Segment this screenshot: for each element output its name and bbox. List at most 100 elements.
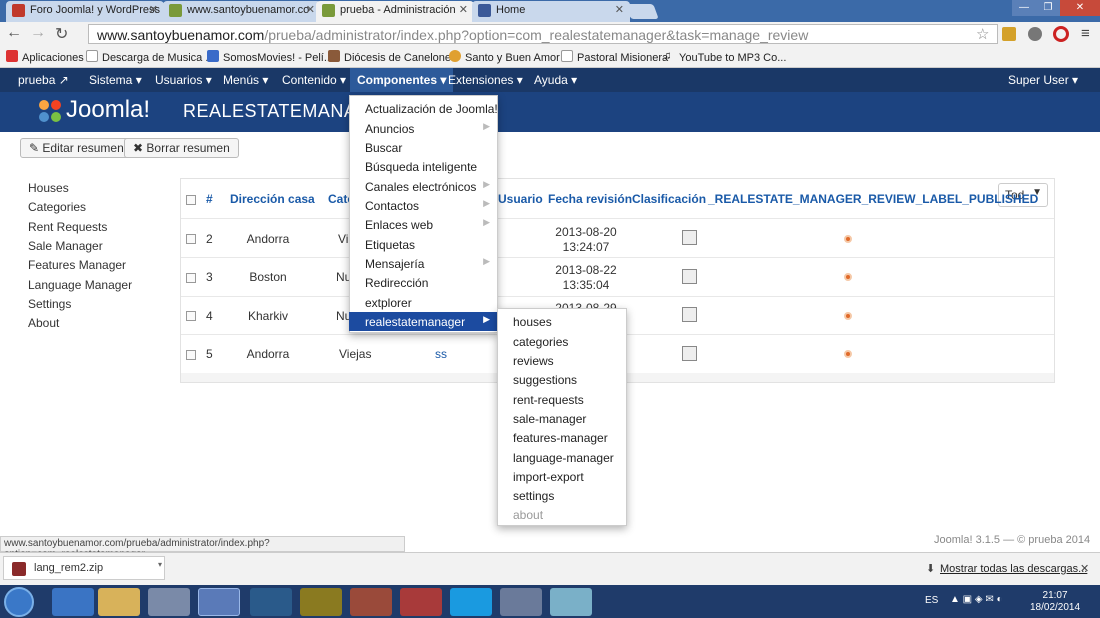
browser-tab[interactable]: Foro Joomla! y WordPress ✕	[6, 1, 164, 22]
sidebar-item-categories[interactable]: Categories	[28, 200, 86, 214]
close-icon[interactable]: ✕	[1080, 562, 1089, 575]
nav-menus[interactable]: Menús ▾	[223, 73, 268, 87]
menu-item-contactos[interactable]: Contactos ▶	[349, 196, 498, 215]
menu-item-extplorer[interactable]: extplorer	[349, 293, 498, 312]
bookmark-item[interactable]: SomosMovies! - Pelí...	[207, 50, 333, 64]
url-bar[interactable]: www.santoybuenamor.com/prueba/administra…	[88, 24, 998, 44]
minimize-button[interactable]: —	[1012, 0, 1036, 16]
column-header[interactable]: #	[206, 192, 213, 206]
app-taskbar-icon[interactable]	[500, 588, 542, 616]
row-checkbox[interactable]	[186, 311, 196, 321]
sidebar-item-rent-requests[interactable]: Rent Requests	[28, 220, 107, 234]
nav-componentes[interactable]: Componentes ▾	[350, 68, 454, 92]
menu-item-canales[interactable]: Canales electrónicos ▶	[349, 177, 498, 196]
submenu-item-language-manager[interactable]: language-manager	[513, 451, 614, 465]
menu-item-busqueda-inteligente[interactable]: Búsqueda inteligente	[349, 157, 498, 176]
submenu-item-reviews[interactable]: reviews	[513, 354, 554, 368]
submenu-item-features-manager[interactable]: features-manager	[513, 431, 608, 445]
sidebar-item-settings[interactable]: Settings	[28, 297, 71, 311]
browser-tab[interactable]: www.santoybuenamor.co ✕	[163, 1, 321, 22]
column-header[interactable]: Dirección casa	[230, 192, 315, 206]
menu-item-actualizacion[interactable]: Actualización de Joomla!	[349, 99, 498, 118]
skype-taskbar-icon[interactable]	[450, 588, 492, 616]
nav-usuarios[interactable]: Usuarios ▾	[155, 73, 212, 87]
menu-item-mensajeria[interactable]: Mensajería ▶	[349, 254, 498, 273]
nav-sistema[interactable]: Sistema ▾	[89, 73, 142, 87]
nav-ayuda[interactable]: Ayuda ▾	[534, 73, 577, 87]
column-header[interactable]: Usuario	[498, 192, 543, 206]
submenu-item-houses[interactable]: houses	[513, 315, 552, 329]
row-title-link[interactable]: ss	[435, 347, 447, 361]
extension-icon[interactable]	[1028, 27, 1042, 41]
published-status-icon[interactable]	[844, 273, 852, 281]
bookmark-item[interactable]: Santo y Buen Amor	[449, 50, 560, 64]
published-status-icon[interactable]	[844, 312, 852, 320]
bookmark-apps[interactable]: Aplicaciones	[6, 50, 84, 64]
close-window-button[interactable]: ✕	[1060, 0, 1100, 16]
browser-tab[interactable]: Home ✕	[472, 1, 630, 22]
chevron-down-icon[interactable]: ▾	[158, 560, 162, 569]
menu-item-anuncios[interactable]: Anuncios ▶	[349, 119, 498, 138]
maximize-button[interactable]: ❐	[1036, 0, 1060, 16]
close-icon[interactable]: ✕	[149, 3, 158, 16]
explorer-taskbar-icon[interactable]	[98, 588, 140, 616]
published-status-icon[interactable]	[844, 350, 852, 358]
submenu-item-import-export[interactable]: import-export	[513, 470, 584, 484]
sidebar-item-houses[interactable]: Houses	[28, 181, 69, 195]
site-link[interactable]: prueba ↗	[18, 73, 69, 87]
close-icon[interactable]: ✕	[459, 3, 468, 16]
tray-icons[interactable]: ▲ ▣ ◈ ✉ ◐	[950, 594, 1003, 605]
app-taskbar-icon[interactable]	[550, 588, 592, 616]
sidebar-item-language-manager[interactable]: Language Manager	[28, 278, 132, 292]
delete-review-button[interactable]: ✖ Borrar resumen	[124, 138, 239, 158]
app-taskbar-icon[interactable]	[350, 588, 392, 616]
sidebar-item-features-manager[interactable]: Features Manager	[28, 258, 126, 272]
browser-tab-active[interactable]: prueba - Administración ✕	[316, 1, 474, 22]
bookmark-item[interactable]: Descarga de Musica ...	[86, 50, 215, 64]
menu-item-enlaces-web[interactable]: Enlaces web ▶	[349, 215, 498, 234]
media-taskbar-icon[interactable]	[148, 588, 190, 616]
star-icon[interactable]: ☆	[976, 25, 989, 43]
submenu-item-sale-manager[interactable]: sale-manager	[513, 412, 586, 426]
nav-contenido[interactable]: Contenido ▾	[282, 73, 346, 87]
edit-review-button[interactable]: ✎ Editar resumen	[20, 138, 133, 158]
column-header[interactable]: _REALESTATE_MANAGER_REVIEW_LABEL_PUBLISH…	[708, 192, 1038, 206]
language-indicator[interactable]: ES	[925, 595, 938, 606]
show-all-downloads-link[interactable]: Mostrar todas las descargas...	[940, 563, 1087, 575]
submenu-item-about[interactable]: about	[513, 508, 543, 522]
menu-item-realestatemanager[interactable]: realestatemanager ▶	[349, 312, 498, 331]
select-all-checkbox[interactable]	[186, 195, 196, 205]
menu-item-buscar[interactable]: Buscar	[349, 138, 498, 157]
extension-icon[interactable]	[1002, 27, 1016, 41]
system-clock[interactable]: 21:07 18/02/2014	[1030, 590, 1080, 614]
submenu-item-settings[interactable]: settings	[513, 489, 554, 503]
published-status-icon[interactable]	[844, 235, 852, 243]
opera-icon[interactable]	[1053, 26, 1069, 42]
menu-item-etiquetas[interactable]: Etiquetas	[349, 235, 498, 254]
close-icon[interactable]: ✕	[306, 3, 315, 16]
user-menu[interactable]: Super User ▾	[1008, 73, 1078, 87]
close-icon[interactable]: ✕	[615, 3, 624, 16]
forward-icon[interactable]: →	[30, 24, 46, 42]
row-checkbox[interactable]	[186, 273, 196, 283]
column-header[interactable]: Fecha revisión	[548, 192, 632, 206]
submenu-item-suggestions[interactable]: suggestions	[513, 373, 577, 387]
nav-extensiones[interactable]: Extensiones ▾	[448, 73, 523, 87]
app-taskbar-icon[interactable]	[250, 588, 292, 616]
submenu-item-categories[interactable]: categories	[513, 335, 568, 349]
sidebar-item-sale-manager[interactable]: Sale Manager	[28, 239, 103, 253]
submenu-item-rent-requests[interactable]: rent-requests	[513, 393, 584, 407]
start-button[interactable]	[4, 587, 34, 617]
app-taskbar-icon[interactable]	[400, 588, 442, 616]
new-tab-button[interactable]	[625, 4, 659, 19]
sidebar-item-about[interactable]: About	[28, 316, 59, 330]
row-checkbox[interactable]	[186, 350, 196, 360]
menu-icon[interactable]: ≡	[1081, 25, 1090, 42]
bookmark-item[interactable]: Diócesis de Canelones	[328, 50, 457, 64]
ie-taskbar-icon[interactable]	[52, 588, 94, 616]
column-header[interactable]: Clasificación	[632, 192, 706, 206]
bookmark-item[interactable]: ♫ YouTube to MP3 Co...	[663, 50, 786, 64]
back-icon[interactable]: ←	[6, 24, 22, 42]
bookmark-item[interactable]: Pastoral Misionera	[561, 50, 668, 64]
fireworks-taskbar-icon[interactable]	[300, 588, 342, 616]
